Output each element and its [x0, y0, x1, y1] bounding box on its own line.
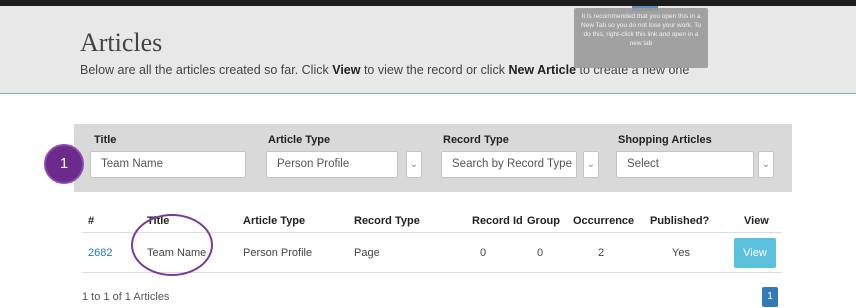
- table-row-id-link[interactable]: 2682: [88, 247, 112, 259]
- column-header-occurrence: Occurrence: [573, 215, 635, 227]
- column-header-number: #: [88, 215, 95, 227]
- new-tab-tooltip: It is recommended that you open this in …: [574, 8, 708, 68]
- page-title: Articles: [80, 28, 163, 57]
- subtitle-text-1: Below are all the articles created so fa…: [80, 63, 333, 77]
- table-row-record-id: 0: [480, 247, 487, 259]
- subtitle-new-article-word: New Article: [508, 63, 577, 77]
- filter-panel: Title Team Name Article Type Person Prof…: [74, 124, 792, 192]
- chevron-down-icon[interactable]: ⌄: [406, 151, 422, 178]
- chevron-down-icon[interactable]: ⌄: [583, 151, 599, 178]
- page-header: Articles Below are all the articles crea…: [0, 6, 856, 94]
- chevron-down-icon[interactable]: ⌄: [758, 151, 774, 178]
- page-1-button[interactable]: 1: [762, 287, 778, 307]
- table-row-occurrence: 2: [598, 247, 605, 259]
- table-row-group: 0: [537, 247, 544, 259]
- step-number-badge: 1: [44, 144, 84, 184]
- record-type-select[interactable]: Search by Record Type: [441, 151, 577, 178]
- shopping-articles-select[interactable]: Select: [616, 151, 754, 178]
- table-row-published: Yes: [672, 247, 690, 259]
- column-header-published: Published?: [650, 215, 710, 227]
- subtitle-text-2: to view the record or click: [360, 63, 509, 77]
- view-button[interactable]: View: [734, 238, 776, 268]
- title-filter-input[interactable]: Team Name: [90, 151, 246, 178]
- column-header-article-type: Article Type: [243, 215, 306, 227]
- record-type-filter-label: Record Type: [443, 134, 509, 146]
- column-header-record-type: Record Type: [354, 215, 420, 227]
- shopping-articles-filter-label: Shopping Articles: [618, 134, 712, 146]
- table-row-record-type: Page: [354, 247, 380, 259]
- column-header-group: Group: [527, 215, 560, 227]
- title-highlight-annotation: [131, 214, 213, 276]
- article-type-select[interactable]: Person Profile: [266, 151, 398, 178]
- column-header-record-id: Record Id: [472, 215, 523, 227]
- article-type-filter-label: Article Type: [268, 134, 331, 146]
- column-header-view: View: [744, 215, 769, 227]
- table-row-article-type: Person Profile: [243, 247, 313, 259]
- title-filter-label: Title: [94, 134, 117, 146]
- pagination-info: 1 to 1 of 1 Articles: [82, 291, 170, 303]
- subtitle-view-word: View: [332, 63, 361, 77]
